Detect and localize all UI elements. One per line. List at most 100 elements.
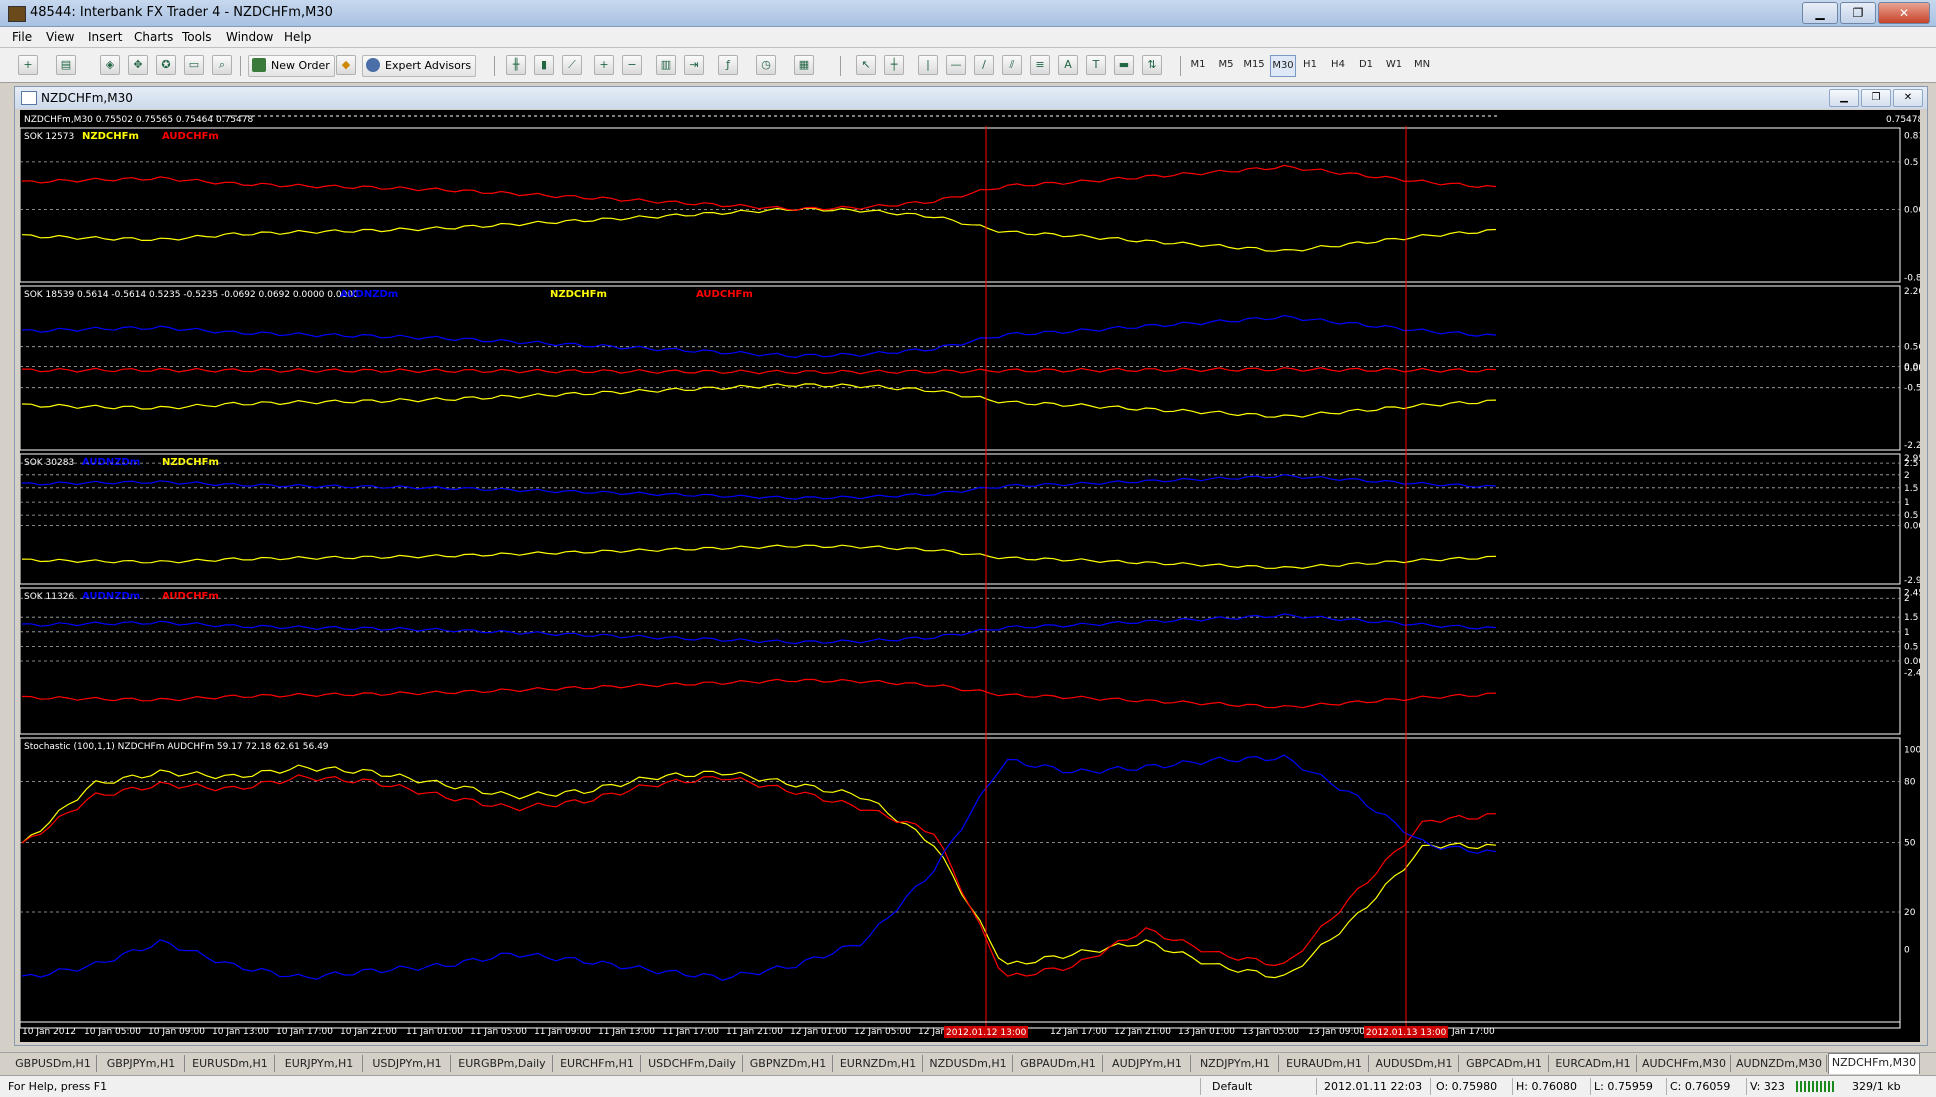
line-chart-icon[interactable]: ⟋ [562, 55, 582, 75]
terminal-icon[interactable]: ▭ [184, 55, 204, 75]
chart-tab[interactable]: GBPNZDm,H1 [744, 1055, 833, 1072]
menu-window[interactable]: Window [226, 30, 273, 44]
panel-label: SOK 11326 [24, 592, 74, 602]
expert-advisors-button[interactable]: Expert Advisors [362, 55, 477, 77]
time-label: 10 Jan 17:00 [276, 1027, 333, 1037]
toolbar: + ▤ ◈ ✥ ✪ ▭ ⌕ New Order ◆ Expert Advisor… [0, 48, 1936, 83]
close-icon[interactable]: ✕ [1878, 2, 1930, 24]
time-label: 10 Jan 2012 [22, 1027, 76, 1037]
chart-minimize-icon[interactable]: ▁ [1829, 89, 1859, 107]
timeframe-m5[interactable]: M5 [1214, 55, 1238, 75]
navigator-icon[interactable]: ✪ [156, 55, 176, 75]
profiles-icon[interactable]: ▤ [56, 55, 76, 75]
timeframe-w1[interactable]: W1 [1382, 55, 1406, 75]
cursor-icon[interactable]: ↖ [856, 55, 876, 75]
chart-tab[interactable]: EURCADm,H1 [1550, 1055, 1637, 1072]
scale-label: 0.8187 [1904, 132, 1920, 142]
chart-tab[interactable]: AUDCHFm,M30 [1638, 1055, 1731, 1072]
bar-chart-icon[interactable]: ╫ [506, 55, 526, 75]
crosshair-icon[interactable]: ┼ [884, 55, 904, 75]
timeframe-h1[interactable]: H1 [1298, 55, 1322, 75]
status-datetime: 2012.01.11 22:03 [1324, 1080, 1423, 1093]
status-divider [1316, 1078, 1317, 1095]
chart-shift-icon[interactable]: ⇥ [684, 55, 704, 75]
time-label: 10 Jan 09:00 [148, 1027, 205, 1037]
zoom-in-icon[interactable]: + [594, 55, 614, 75]
menu-help[interactable]: Help [284, 30, 311, 44]
chart-restore-icon[interactable]: ❐ [1861, 89, 1891, 107]
menu-file[interactable]: File [12, 30, 32, 44]
chart-tab[interactable]: NZDJPYm,H1 [1192, 1055, 1279, 1072]
scale-label: 1.5 [1904, 484, 1918, 494]
channel-icon[interactable]: ⫽ [1002, 55, 1022, 75]
timeframe-mn[interactable]: MN [1410, 55, 1434, 75]
chart-tab[interactable]: EURAUDm,H1 [1280, 1055, 1369, 1072]
metaeditor-icon[interactable]: ◆ [336, 55, 356, 75]
new-chart-icon[interactable]: + [18, 55, 38, 75]
chart-tab[interactable]: AUDUSDm,H1 [1370, 1055, 1459, 1072]
data-window-icon[interactable]: ✥ [128, 55, 148, 75]
time-label: 11 Jan 05:00 [470, 1027, 527, 1037]
chart-tab[interactable]: USDCHFm,Daily [642, 1055, 743, 1072]
menu-insert[interactable]: Insert [88, 30, 122, 44]
time-label: 11 Jan 13:00 [598, 1027, 655, 1037]
chart-canvas[interactable]: NZDCHFm,M30 0.75502 0.75565 0.75464 0.75… [19, 110, 1936, 1042]
timeframe-m1[interactable]: M1 [1186, 55, 1210, 75]
app-icon [8, 6, 26, 22]
toolbar-separator [1180, 56, 1181, 76]
chart-tab[interactable]: EURCHFm,H1 [554, 1055, 641, 1072]
chart-tab[interactable]: NZDUSDm,H1 [924, 1055, 1013, 1072]
chart-tab[interactable]: EURGBPm,Daily [452, 1055, 553, 1072]
market-watch-icon[interactable]: ◈ [100, 55, 120, 75]
text-icon[interactable]: A [1058, 55, 1078, 75]
minimize-icon[interactable]: ▁ [1802, 2, 1838, 24]
chart-tab[interactable]: NZDCHFm,M30 [1828, 1053, 1920, 1074]
more-tools-icon[interactable]: ⇅ [1142, 55, 1162, 75]
fibonacci-icon[interactable]: ≡ [1030, 55, 1050, 75]
status-divider [1590, 1078, 1591, 1095]
vertical-line-icon[interactable]: | [918, 55, 938, 75]
legend-item: AUDNZDm [340, 289, 398, 300]
chart-tab[interactable]: GBPUSDm,H1 [10, 1055, 97, 1072]
trendline-icon[interactable]: / [974, 55, 994, 75]
chart-svg[interactable]: NZDCHFm,M30 0.75502 0.75565 0.75464 0.75… [19, 110, 1936, 1042]
chart-tab[interactable]: EURJPYm,H1 [276, 1055, 363, 1072]
horizontal-line-icon[interactable]: — [946, 55, 966, 75]
timeframe-h4[interactable]: H4 [1326, 55, 1350, 75]
chart-close-icon[interactable]: ✕ [1893, 89, 1923, 107]
maximize-icon[interactable]: ❐ [1840, 2, 1876, 24]
chart-tab[interactable]: GBPJPYm,H1 [98, 1055, 185, 1072]
chart-tabs: GBPUSDm,H1 GBPJPYm,H1 EURUSDm,H1 EURJPYm,H1… [0, 1052, 1936, 1075]
scale-label: -2.2009 [1904, 441, 1920, 451]
indicators-icon[interactable]: ƒ [718, 55, 738, 75]
timeframe-m30[interactable]: M30 [1270, 55, 1296, 77]
arrows-icon[interactable]: ▬ [1114, 55, 1134, 75]
scale-label: 0.5 [1904, 642, 1918, 652]
chart-tab[interactable]: GBPCADm,H1 [1460, 1055, 1549, 1072]
text-label-icon[interactable]: T [1086, 55, 1106, 75]
candlestick-icon[interactable]: ▮ [534, 55, 554, 75]
chart-tab[interactable]: AUDJPYm,H1 [1104, 1055, 1191, 1072]
periods-icon[interactable]: ◷ [756, 55, 776, 75]
chart-tab[interactable]: GBPAUDm,H1 [1014, 1055, 1103, 1072]
time-label: 12 Jan [918, 1027, 946, 1037]
window-controls: ▁ ❐ ✕ [1802, 2, 1930, 24]
menu-tools[interactable]: Tools [182, 30, 212, 44]
menu-charts[interactable]: Charts [134, 30, 173, 44]
new-order-button[interactable]: New Order [248, 55, 335, 77]
tile-windows-icon[interactable]: ▥ [656, 55, 676, 75]
zoom-out-icon[interactable]: − [622, 55, 642, 75]
templates-icon[interactable]: ▦ [794, 55, 814, 75]
chart-tab[interactable]: EURNZDm,H1 [834, 1055, 923, 1072]
chart-tab[interactable]: AUDNZDm,M30 [1732, 1055, 1827, 1072]
chart-tab[interactable]: USDJPYm,H1 [364, 1055, 451, 1072]
tester-icon[interactable]: ⌕ [212, 55, 232, 75]
indicator-panel [19, 453, 1901, 585]
scale-label: 0 [1904, 946, 1910, 956]
menu-view[interactable]: View [46, 30, 74, 44]
timeframe-d1[interactable]: D1 [1354, 55, 1378, 75]
scale-label: 0.00 [1904, 206, 1920, 216]
scale-label: 100 [1904, 746, 1920, 756]
timeframe-m15[interactable]: M15 [1242, 55, 1266, 75]
chart-tab[interactable]: EURUSDm,H1 [186, 1055, 275, 1072]
